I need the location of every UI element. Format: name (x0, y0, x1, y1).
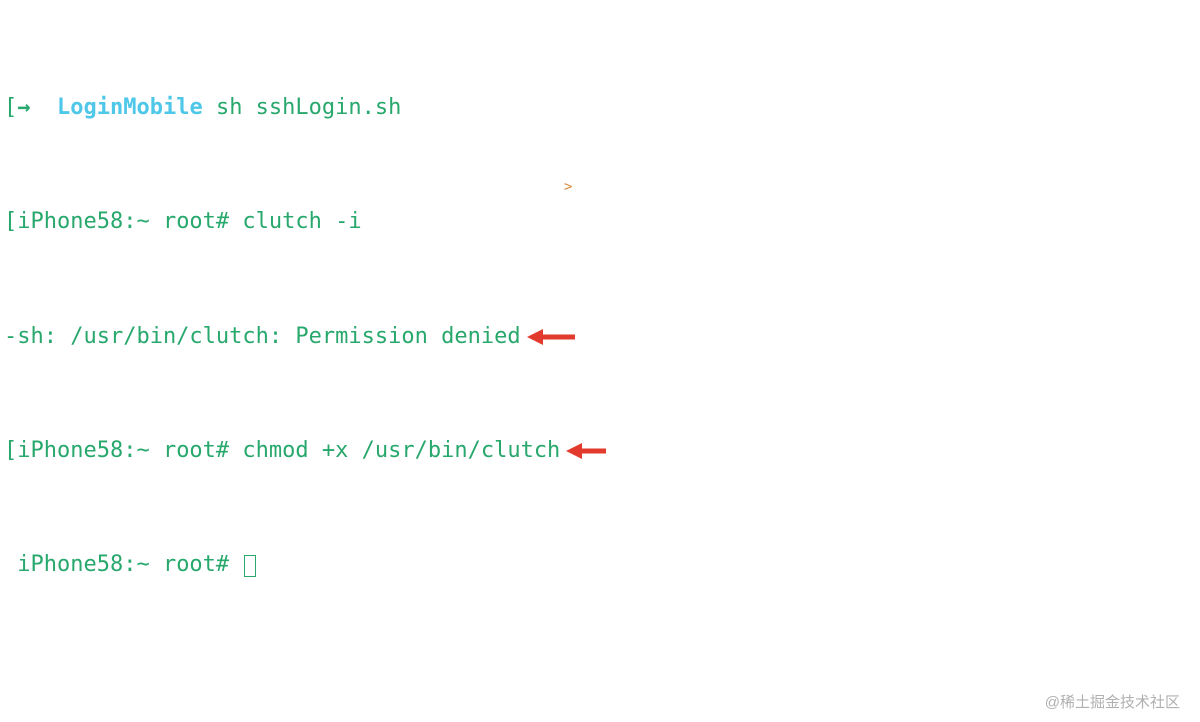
prompt-arrow-icon: → (17, 94, 57, 123)
terminal-line-4: iPhone58:~ root# (4, 551, 1196, 580)
command-text: clutch -i (242, 208, 361, 237)
bracket (4, 551, 17, 580)
terminal-output[interactable]: [→ LoginMobile sh sshLogin.sh [iPhone58:… (4, 8, 1196, 637)
bracket: [ (4, 94, 17, 123)
command-text: chmod +x /usr/bin/clutch (242, 437, 560, 466)
terminal-line-1: [iPhone58:~ root# clutch -i (4, 208, 1196, 237)
annotation-arrow-icon (566, 440, 606, 462)
terminal-line-0: [→ LoginMobile sh sshLogin.sh (4, 94, 1196, 123)
bracket: [ (4, 208, 17, 237)
shell-prompt: iPhone58:~ root# (17, 437, 242, 466)
prompt-dirname: LoginMobile (57, 94, 203, 123)
stray-mark: > (564, 178, 572, 196)
error-output: -sh: /usr/bin/clutch: Permission denied (4, 323, 521, 352)
terminal-line-2: -sh: /usr/bin/clutch: Permission denied (4, 323, 1196, 352)
watermark-text: @稀土掘金技术社区 (1045, 693, 1180, 713)
shell-prompt: iPhone58:~ root# (17, 208, 242, 237)
bracket: [ (4, 437, 17, 466)
cursor-icon[interactable] (244, 555, 256, 577)
terminal-line-3: [iPhone58:~ root# chmod +x /usr/bin/clut… (4, 437, 1196, 466)
shell-prompt: iPhone58:~ root# (17, 551, 242, 580)
command-text: sh sshLogin.sh (203, 94, 402, 123)
annotation-arrow-icon (527, 326, 575, 348)
